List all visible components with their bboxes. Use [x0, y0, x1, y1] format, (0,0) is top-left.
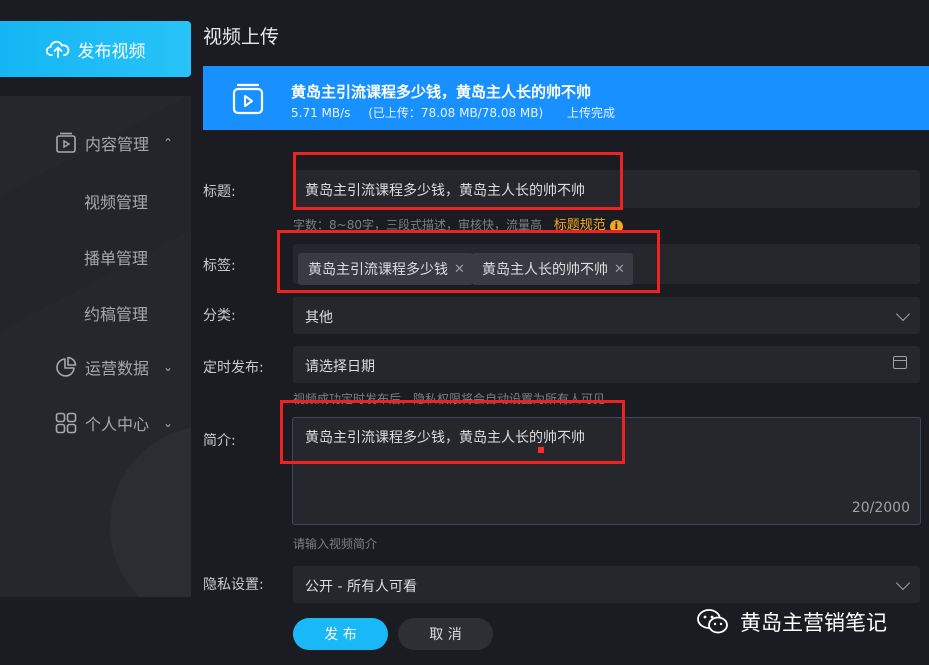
- highlight-box-title: [293, 152, 623, 210]
- chevron-up-icon: ⌃: [163, 136, 174, 150]
- sidebar-subitem-commission-manage[interactable]: 约稿管理: [84, 301, 148, 325]
- watermark: 黄岛主营销笔记: [696, 607, 887, 637]
- category-label: 分类:: [203, 308, 236, 324]
- play-square-icon: [56, 132, 76, 153]
- sidebar-item-operations[interactable]: 运营数据 ⌄: [0, 355, 191, 379]
- upload-status-card: 黄岛主引流课程多少钱，黄岛主人长的帅不帅 5.71 MB/s (已上传：78.0…: [203, 66, 929, 130]
- highlight-box-tags: [277, 230, 660, 293]
- sidebar-item-label: 运营数据: [85, 359, 150, 378]
- chevron-down-icon: [895, 306, 911, 322]
- pie-chart-icon: [56, 356, 77, 377]
- upload-status: 上传完成: [567, 106, 616, 120]
- privacy-select-value: 公开 - 所有人可看: [305, 579, 417, 595]
- description-label: 简介:: [203, 433, 236, 449]
- page-title: 视频上传: [203, 26, 280, 48]
- sidebar-item-label: 个人中心: [85, 415, 150, 434]
- schedule-label: 定时发布:: [203, 360, 264, 376]
- sidebar-item-label: 内容管理: [85, 135, 150, 154]
- cancel-button[interactable]: 取 消: [398, 618, 493, 650]
- category-select[interactable]: 其他: [293, 297, 920, 334]
- chevron-down-icon: ⌄: [163, 360, 174, 374]
- submit-publish-button[interactable]: 发 布: [293, 618, 388, 650]
- cloud-upload-icon: [45, 40, 69, 58]
- publish-video-button[interactable]: 发布视频: [0, 21, 191, 77]
- upload-meta: 5.71 MB/s (已上传：78.08 MB/78.08 MB) 上传完成: [291, 104, 629, 121]
- sidebar-subitem-playlist-manage[interactable]: 播单管理: [84, 245, 148, 269]
- sidebar: 发布视频 内容管理 ⌃ 视频管理 播单管理 约稿管理 运营数据 ⌄ 个人中心 ⌄: [0, 0, 191, 665]
- schedule-date-picker[interactable]: 请选择日期: [293, 346, 920, 383]
- chevron-down-icon: [895, 575, 911, 591]
- title-label: 标题:: [203, 184, 236, 200]
- upload-file-name: 黄岛主引流课程多少钱，黄岛主人长的帅不帅: [291, 83, 592, 101]
- publish-video-label: 发布视频: [77, 41, 146, 62]
- sidebar-panel: [0, 96, 191, 597]
- sidebar-subitem-video-manage[interactable]: 视频管理: [84, 189, 148, 213]
- category-select-value: 其他: [305, 310, 333, 326]
- watermark-text: 黄岛主营销笔记: [740, 611, 887, 635]
- highlight-box-description: [280, 400, 625, 464]
- privacy-label: 隐私设置:: [203, 577, 264, 593]
- description-hint: 请输入视频简介: [293, 537, 378, 551]
- sidebar-item-content[interactable]: 内容管理 ⌃: [0, 131, 191, 155]
- calendar-icon: [893, 356, 907, 369]
- sidebar-decoration-circle: [110, 426, 191, 597]
- video-file-icon: [232, 83, 264, 115]
- privacy-select[interactable]: 公开 - 所有人可看: [293, 566, 920, 603]
- grid-apps-icon: [55, 412, 77, 434]
- upload-speed: 5.71 MB/s: [291, 106, 351, 120]
- tags-label: 标签:: [203, 258, 236, 274]
- description-char-count: 20/2000: [851, 500, 910, 516]
- sidebar-item-profile[interactable]: 个人中心 ⌄: [0, 411, 191, 435]
- wechat-icon: [697, 609, 728, 634]
- upload-progress-text: (已上传：78.08 MB/78.08 MB): [368, 106, 544, 120]
- chevron-down-icon: ⌄: [163, 416, 174, 430]
- schedule-date-placeholder: 请选择日期: [305, 359, 375, 375]
